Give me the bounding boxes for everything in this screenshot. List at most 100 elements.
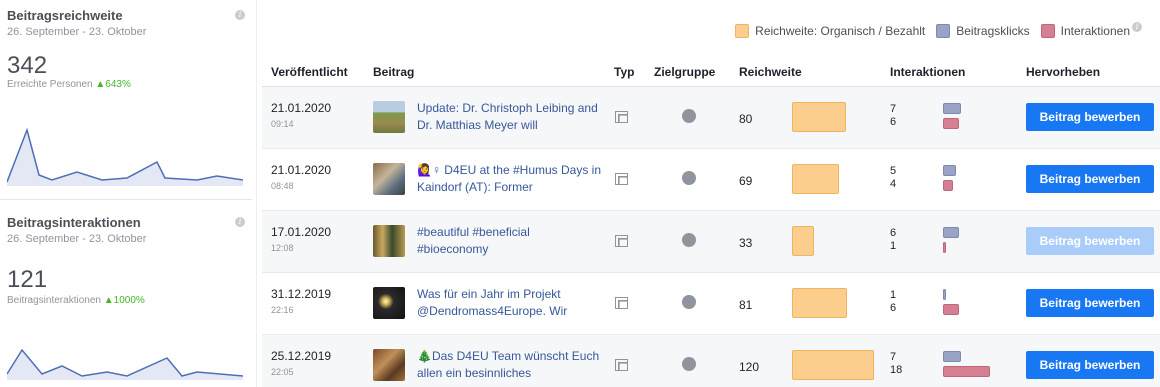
col-post[interactable]: Beitrag (373, 65, 414, 79)
interactions-bar (943, 118, 959, 129)
reach-value: 69 (739, 174, 753, 188)
clicks-value: 6 (890, 227, 897, 239)
interactions-bar (943, 366, 990, 377)
clicks-bar (943, 351, 961, 362)
row-date: 25.12.2019 (271, 349, 332, 363)
reach-card-delta: ▲643% (95, 79, 131, 90)
reach-bar (792, 288, 847, 318)
row-date: 21.01.2020 (271, 163, 332, 177)
boost-post-button[interactable]: Beitrag bewerben (1026, 289, 1154, 317)
interactions-value: 18 (890, 364, 903, 376)
globe-icon (682, 233, 696, 247)
row-time: 12:08 (271, 243, 294, 253)
col-reach[interactable]: Reichweite (739, 65, 802, 79)
reach-value: 33 (739, 236, 753, 250)
interactions-bar (943, 304, 959, 315)
info-icon[interactable]: i (235, 217, 245, 227)
page-insights: Beitragsreichweite i 26. September - 23.… (0, 0, 1160, 387)
reach-sparkline (7, 127, 243, 186)
post-type-icon (615, 235, 628, 247)
interaction-card-delta: ▲1000% (103, 295, 145, 306)
row-time: 22:05 (271, 367, 294, 377)
reach-card-subtitle-label: Erreichte Personen (7, 79, 93, 90)
table-body: 21.01.2020 09:14 Update: Dr. Christoph Lei… (262, 87, 1160, 387)
post-text-link[interactable]: 🎄Das D4EU Team wünscht Euch allen ein be… (417, 348, 602, 382)
post-type-icon (615, 111, 628, 123)
post-type-icon (615, 173, 628, 185)
interaction-sparkline (7, 348, 243, 380)
post-thumbnail[interactable] (373, 163, 405, 195)
boost-post-button[interactable]: Beitrag bewerben (1026, 165, 1154, 193)
info-icon[interactable]: i (235, 10, 245, 20)
post-thumbnail[interactable] (373, 287, 405, 319)
table-row: 17.01.2020 12:08 #beautiful #beneficial #b… (262, 211, 1160, 273)
col-interactions[interactable]: Interaktionen (890, 65, 965, 79)
interactions-bar (943, 242, 946, 253)
post-type-icon (615, 297, 628, 309)
reach-value: 81 (739, 298, 753, 312)
reach-bar (792, 350, 874, 380)
interactions-value: 6 (890, 302, 897, 314)
interactions-value: 1 (890, 240, 897, 252)
clicks-bar (943, 227, 959, 238)
reach-card-subtitle: Erreichte Personen ▲643% (7, 79, 131, 90)
post-text-link[interactable]: Update: Dr. Christoph Leibing and Dr. Ma… (417, 100, 602, 134)
table-row: 21.01.2020 08:48 🙋‍♀️♀ D4EU at the #Humus … (262, 149, 1160, 211)
table-row: 25.12.2019 22:05 🎄Das D4EU Team wünscht Eu… (262, 335, 1160, 387)
globe-icon (682, 109, 696, 123)
stats-panel: Beitragsreichweite i 26. September - 23.… (0, 0, 252, 387)
interactions-value: 6 (890, 116, 897, 128)
col-published[interactable]: Veröffentlicht (271, 65, 348, 79)
boost-post-button[interactable]: Beitrag bewerben (1026, 351, 1154, 379)
clicks-value: 7 (890, 103, 897, 115)
panel-divider (256, 0, 257, 387)
reach-bar (792, 102, 846, 132)
legend-swatch-reach (735, 24, 750, 38)
clicks-bar (943, 103, 961, 114)
interaction-card-subtitle: Beitragsinteraktionen ▲1000% (7, 295, 145, 306)
row-time: 08:48 (271, 181, 294, 191)
boost-post-button[interactable]: Beitrag bewerben (1026, 227, 1154, 255)
legend-label-reach: Reichweite: Organisch / Bezahlt (755, 24, 926, 38)
legend-swatch-clicks (936, 24, 951, 38)
legend-label-interactions: Interaktionen (1060, 24, 1130, 38)
table-row: 21.01.2020 09:14 Update: Dr. Christoph Lei… (262, 87, 1160, 149)
interaction-card-subtitle-label: Beitragsinteraktionen (7, 295, 101, 306)
clicks-value: 1 (890, 289, 897, 301)
post-text-link[interactable]: 🙋‍♀️♀ D4EU at the #Humus Days in Kaindor… (417, 162, 602, 196)
table-header: Veröffentlicht Beitrag Typ Zielgruppe Re… (262, 55, 1160, 87)
reach-bar (792, 226, 814, 256)
reach-card-value: 342 (7, 52, 48, 79)
posts-table: Veröffentlicht Beitrag Typ Zielgruppe Re… (262, 55, 1160, 387)
info-icon[interactable]: i (1132, 22, 1142, 32)
legend-label-clicks: Beitragsklicks (956, 24, 1030, 38)
clicks-value: 7 (890, 351, 897, 363)
post-thumbnail[interactable] (373, 101, 405, 133)
col-audience[interactable]: Zielgruppe (654, 65, 715, 79)
reach-card-title: Beitragsreichweite (7, 8, 123, 23)
row-date: 21.01.2020 (271, 101, 332, 115)
clicks-bar (943, 289, 946, 300)
post-thumbnail[interactable] (373, 225, 405, 257)
interaction-card: Beitragsinteraktionen i 26. September - … (0, 200, 252, 387)
globe-icon (682, 295, 696, 309)
interaction-card-title: Beitragsinteraktionen (7, 215, 141, 230)
chart-legend: Reichweite: Organisch / Bezahlt Beitrags… (735, 22, 1142, 38)
globe-icon (682, 357, 696, 371)
row-date: 17.01.2020 (271, 225, 332, 239)
reach-card-range: 26. September - 23. Oktober (7, 26, 147, 38)
reach-value: 120 (739, 360, 760, 374)
post-text-link[interactable]: #beautiful #beneficial #bioeconomy (417, 224, 602, 258)
post-text-link[interactable]: Was für ein Jahr im Projekt @Dendromass4… (417, 286, 602, 320)
reach-value: 80 (739, 112, 753, 126)
post-type-icon (615, 359, 628, 371)
row-time: 22:16 (271, 305, 294, 315)
boost-post-button[interactable]: Beitrag bewerben (1026, 103, 1154, 131)
interaction-card-value: 121 (7, 266, 48, 293)
globe-icon (682, 171, 696, 185)
table-row: 31.12.2019 22:16 Was für ein Jahr im Proje… (262, 273, 1160, 335)
col-boost: Hervorheben (1026, 65, 1101, 79)
col-type[interactable]: Typ (614, 65, 634, 79)
post-thumbnail[interactable] (373, 349, 405, 381)
interactions-bar (943, 180, 953, 191)
